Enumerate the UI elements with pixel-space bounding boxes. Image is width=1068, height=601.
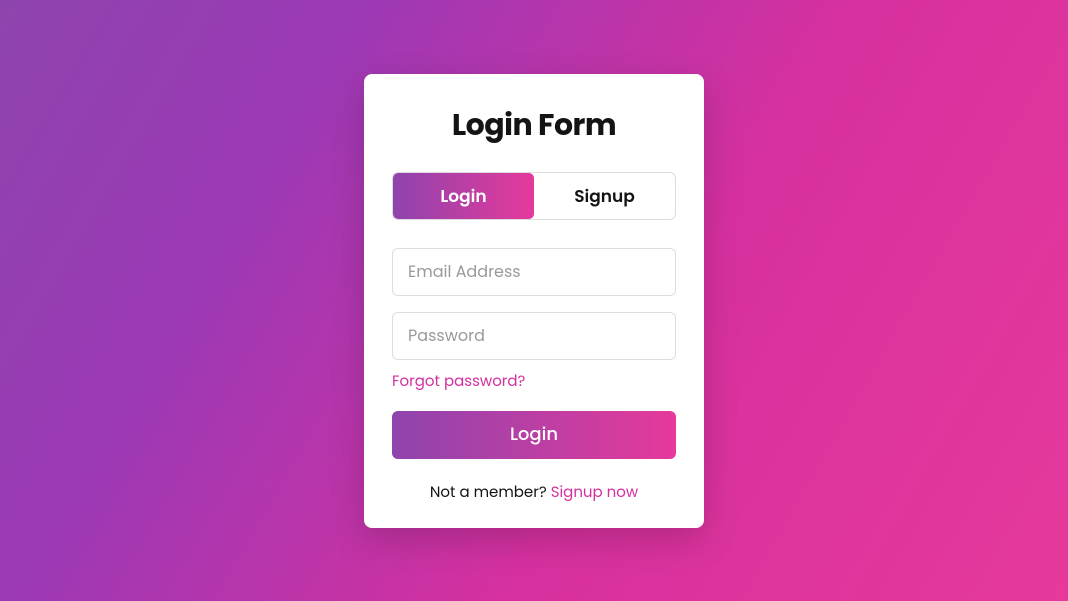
tab-login[interactable]: Login <box>393 173 534 219</box>
tab-switch: Login Signup <box>392 172 676 220</box>
footer-prefix: Not a member? <box>430 482 551 503</box>
form-title: Login Form <box>392 102 676 148</box>
signup-link[interactable]: Signup now <box>551 482 638 503</box>
tab-signup[interactable]: Signup <box>534 173 675 219</box>
password-field[interactable] <box>392 312 676 360</box>
footer-text: Not a member? Signup now <box>392 481 676 504</box>
login-card: Login Form Login Signup Forgot password?… <box>364 74 704 528</box>
login-button[interactable]: Login <box>392 411 676 459</box>
email-field[interactable] <box>392 248 676 296</box>
forgot-password-link[interactable]: Forgot password? <box>392 370 676 393</box>
